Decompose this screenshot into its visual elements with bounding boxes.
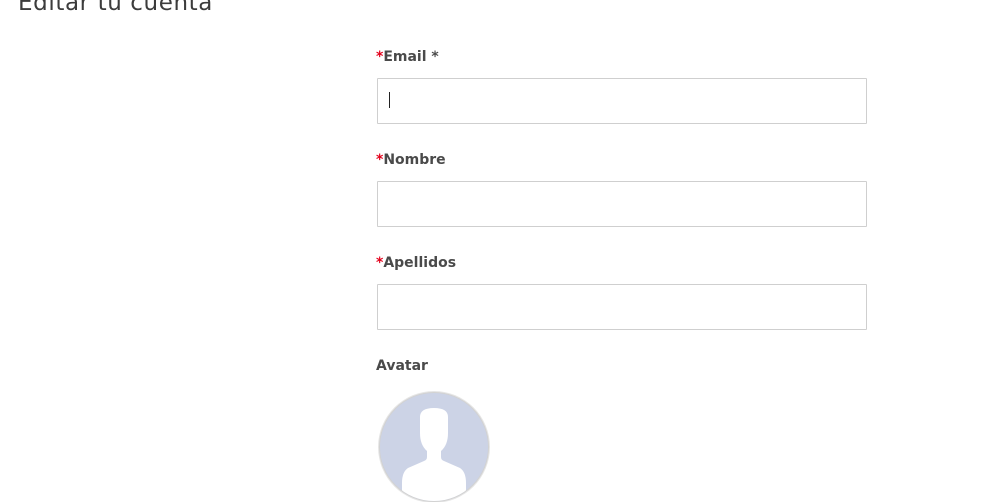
default-user-avatar-icon	[402, 408, 466, 501]
email-label-suffix: *	[426, 49, 439, 65]
avatar[interactable]	[379, 392, 489, 502]
email-label-text: Email	[383, 49, 427, 65]
email-label: *Email *	[376, 48, 439, 66]
email-field-wrapper	[376, 78, 867, 124]
nombre-label: *Nombre	[376, 151, 446, 169]
apellidos-label-text: Apellidos	[383, 255, 457, 271]
text-caret	[389, 92, 390, 108]
email-field[interactable]	[377, 78, 867, 124]
avatar-label: Avatar	[376, 358, 428, 374]
nombre-field[interactable]	[377, 181, 867, 227]
page-title: Editar tu cuenta	[18, 0, 213, 16]
apellidos-label: *Apellidos	[376, 254, 456, 272]
nombre-label-text: Nombre	[383, 152, 446, 168]
apellidos-field[interactable]	[377, 284, 867, 330]
